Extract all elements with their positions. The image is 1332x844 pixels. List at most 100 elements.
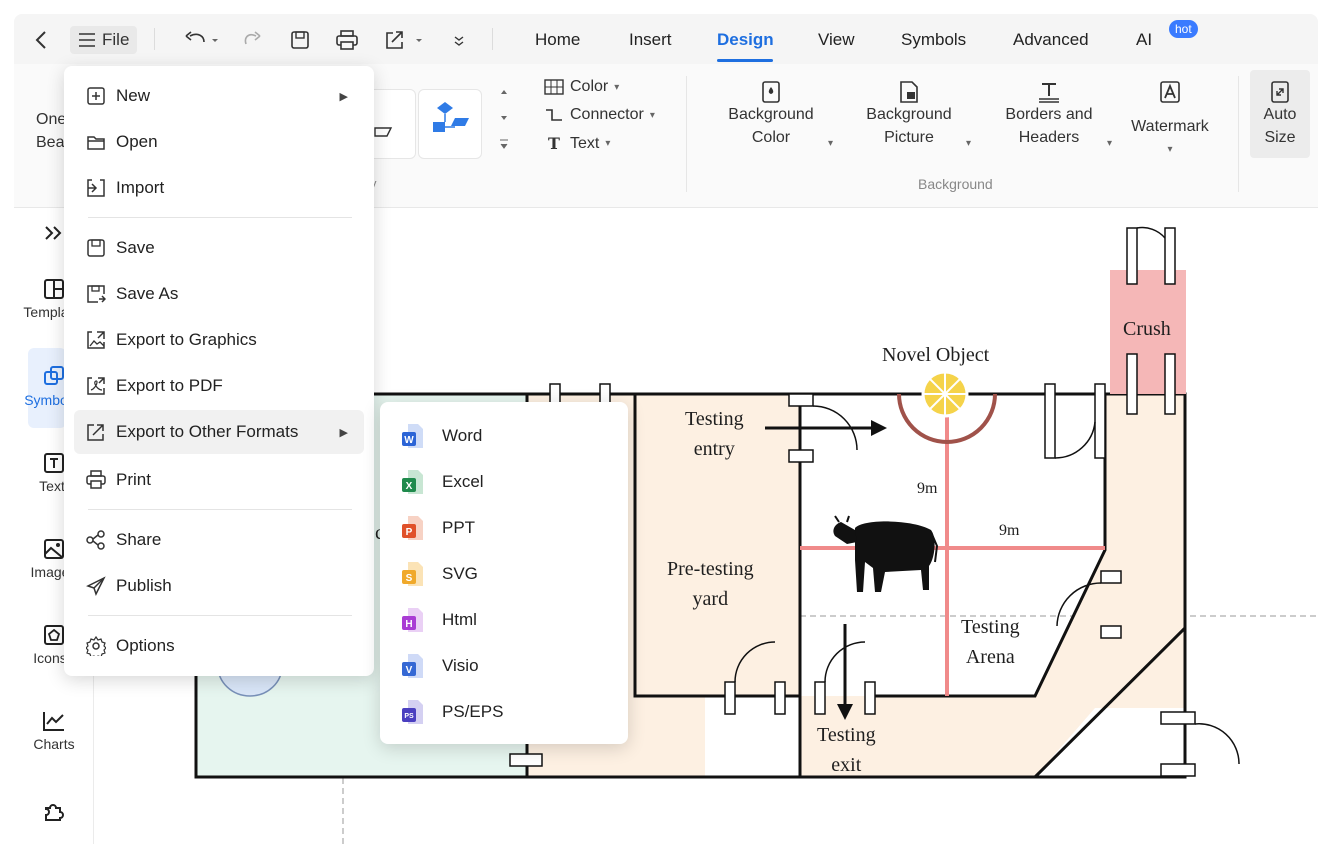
svg-text:P: P [406,527,413,538]
pre-testing-yard-label: Pre-testing yard [667,558,754,610]
export-item-label: Html [442,610,477,629]
save-icon[interactable] [290,26,310,54]
text-dropdown[interactable]: T Text ▾ [544,134,610,153]
tab-advanced[interactable]: Advanced [1013,30,1089,50]
export-html[interactable]: H Html [402,600,612,640]
menu-item-label: Save [116,238,155,257]
svg-text:S: S [406,573,413,584]
tab-home[interactable]: Home [535,30,580,50]
menu-item-print[interactable]: Print [74,458,364,502]
testing-entry-label: Testing entry [685,408,744,460]
share-icon [86,530,105,550]
menu-item-export-pdf[interactable]: Export to PDF [74,364,364,408]
more-icon[interactable] [452,26,466,54]
svg-text:W: W [404,435,414,446]
tab-symbols[interactable]: Symbols [901,30,966,50]
export-item-label: Excel [442,472,484,491]
sidebar-item-label: Icons [33,650,67,666]
menu-item-new[interactable]: New ▶ [74,74,364,118]
menu-item-open[interactable]: Open [74,120,364,164]
puzzle-icon [45,804,64,821]
menu-item-label: Export to PDF [116,376,223,395]
background-picture-icon [900,80,918,103]
one-click-line2: Bea [36,134,65,151]
menu-item-export-other[interactable]: Export to Other Formats ▶ [74,410,364,454]
templates-icon [44,279,64,299]
menu-item-save-as[interactable]: Save As [74,272,364,316]
menu-item-import[interactable]: Import [74,166,364,210]
print-icon [86,470,106,489]
tab-design[interactable]: Design [717,30,774,50]
text-style-icon: T [548,134,560,153]
one-click-beautify-button[interactable]: One Bea [36,108,66,154]
tab-view[interactable]: View [818,30,855,50]
menu-item-options[interactable]: Options [74,624,364,668]
crush-label: Crush [1123,318,1171,340]
menu-item-label: Export to Other Formats [116,422,299,441]
menu-item-export-graphics[interactable]: Export to Graphics [74,318,364,362]
connector-icon [546,109,562,121]
file-menu-button[interactable]: File [70,26,138,54]
symbols-icon [44,366,64,385]
auto-size-line1: Auto [1263,106,1297,123]
color-label: Color [570,78,609,95]
redo-icon[interactable] [242,26,262,54]
background-color-button[interactable]: Background Color [716,80,826,149]
auto-size-button[interactable]: Auto Size [1250,70,1310,158]
svg-file-icon: S [402,562,423,586]
file-menu: New ▶ Open Import Save Save As Export to… [64,66,374,676]
export-visio[interactable]: V Visio [402,646,612,686]
theme-thumb-2[interactable] [418,89,482,159]
background-picture-button[interactable]: Background Picture [854,80,964,149]
menu-item-save[interactable]: Save [74,226,364,270]
submenu-arrow-icon: ▶ [339,90,348,103]
borders-headers-button[interactable]: Borders and Headers [994,80,1104,149]
menu-item-publish[interactable]: Publish [74,564,364,608]
export-word[interactable]: W Word [402,416,612,456]
borders-headers-icon [1039,82,1059,103]
text-label: Text [570,134,600,152]
menu-item-label: Save As [116,284,179,303]
background-picture-line1: Background [866,106,952,123]
menu-item-label: New [116,86,151,105]
tab-ai[interactable]: AI [1136,30,1152,50]
menu-item-label: Options [116,636,175,655]
export-ps-eps[interactable]: PS PS/EPS [402,692,612,732]
borders-headers-line1: Borders and [1005,106,1093,123]
menu-item-label: Import [116,178,165,197]
sidebar-item-label: Templa [23,304,69,320]
hamburger-icon [79,33,95,47]
sidebar-item-charts[interactable]: Charts [14,710,94,752]
print-icon[interactable] [336,26,358,54]
menu-item-label: Share [116,530,162,549]
export-svg[interactable]: S SVG [402,554,612,594]
gear-icon [86,636,106,656]
tab-insert[interactable]: Insert [629,30,672,50]
sidebar-item-label: Text [39,478,65,494]
sidebar-item-plugins[interactable] [14,798,94,826]
connector-dropdown[interactable]: Connector ▾ [544,106,655,124]
background-color-line1: Background [728,106,814,123]
import-icon [87,179,105,197]
undo-icon[interactable] [184,26,220,54]
excel-file-icon: X [402,470,423,494]
export-excel[interactable]: X Excel [402,462,612,502]
save-as-icon [87,285,106,303]
export-item-label: SVG [442,564,478,583]
back-icon[interactable] [34,26,48,54]
color-dropdown[interactable]: Color ▾ [544,78,619,96]
sidebar-item-label: Symbo [24,392,68,408]
auto-size-line2: Size [1264,129,1296,146]
image-icon [44,539,64,559]
svg-text:V: V [406,665,413,676]
cow-image [833,515,939,592]
theme-scroll[interactable] [498,82,510,156]
icons-icon [44,625,64,645]
export-ppt[interactable]: P PPT [402,508,612,548]
background-color-icon [762,80,780,103]
export-icon[interactable] [384,26,428,54]
menu-item-share[interactable]: Share [74,518,364,562]
watermark-button[interactable]: Watermark ▾ [1124,80,1216,161]
word-file-icon: W [402,424,423,448]
ps-eps-file-icon: PS [402,700,423,724]
